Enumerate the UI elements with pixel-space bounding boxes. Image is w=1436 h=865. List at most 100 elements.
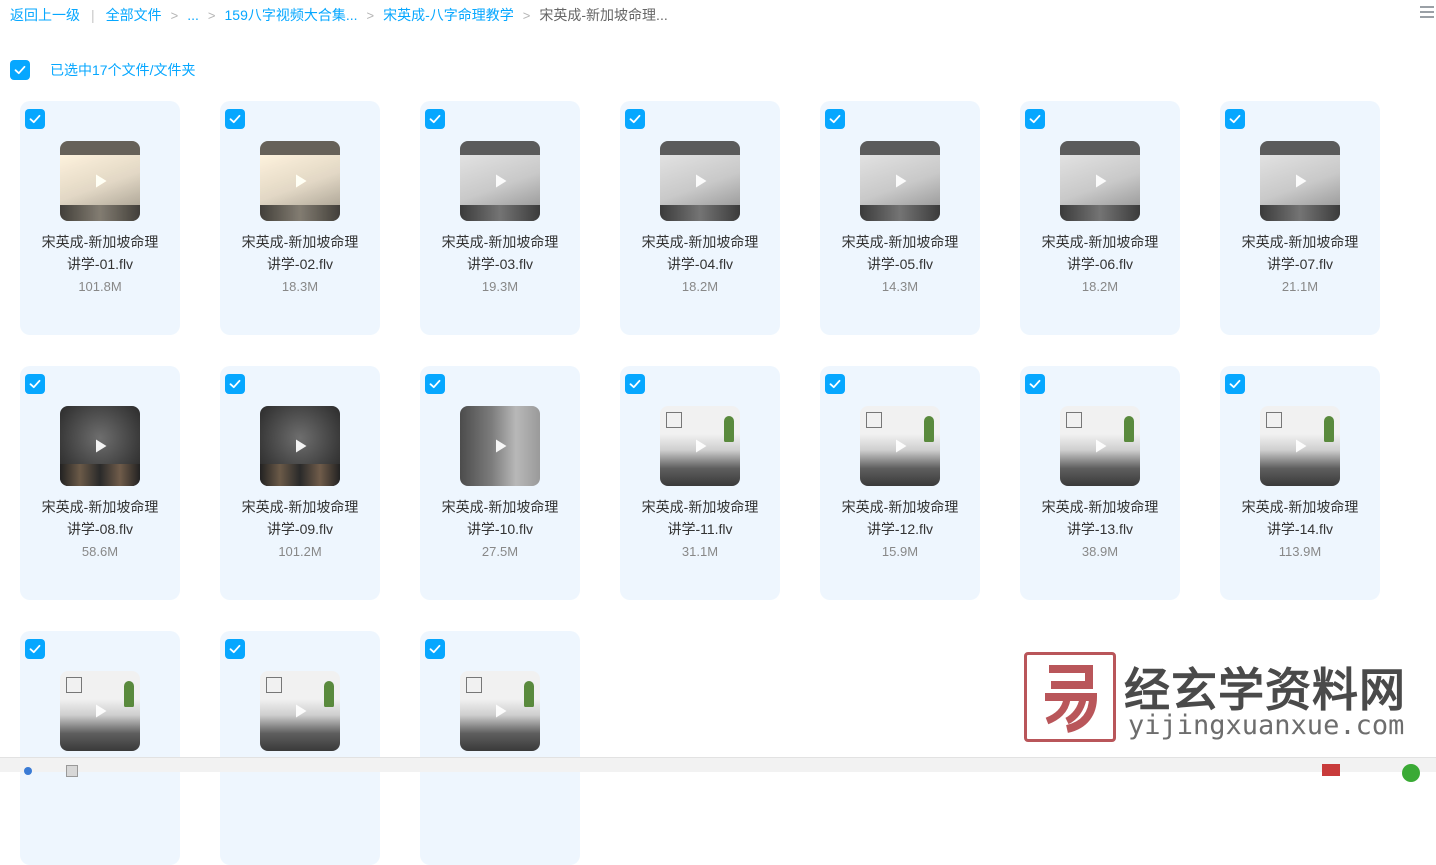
file-name-line2: 讲学-10.flv	[466, 521, 534, 537]
file-checkbox[interactable]	[225, 639, 245, 659]
file-card-13[interactable]: 宋英成-新加坡命理 讲学-13.flv 38.9M	[1020, 366, 1180, 600]
file-name: 宋英成-新加坡命理 讲学-06.flv	[1020, 231, 1180, 275]
file-checkbox[interactable]	[1225, 109, 1245, 129]
file-name-line2: 讲学-08.flv	[66, 521, 134, 537]
check-icon	[429, 379, 441, 389]
file-card-1[interactable]: 宋英成-新加坡命理 讲学-01.flv 101.8M	[20, 101, 180, 335]
video-thumbnail[interactable]	[460, 671, 540, 751]
video-thumbnail[interactable]	[60, 671, 140, 751]
document-icon[interactable]	[66, 765, 78, 777]
file-grid: 宋英成-新加坡命理 讲学-01.flv 101.8M 宋英成-新加坡命理 讲学-…	[20, 101, 1400, 865]
play-icon	[896, 439, 907, 453]
check-icon	[629, 114, 641, 124]
video-thumbnail[interactable]	[860, 406, 940, 486]
file-checkbox[interactable]	[825, 374, 845, 394]
tray-green-icon[interactable]	[1402, 764, 1420, 782]
play-icon	[496, 704, 507, 718]
back-link[interactable]: 返回上一级	[10, 5, 80, 25]
play-icon	[1296, 174, 1307, 188]
list-view-icon[interactable]	[1420, 6, 1434, 22]
check-icon	[829, 379, 841, 389]
play-icon	[496, 439, 507, 453]
file-name-line1: 宋英成-新加坡命理	[41, 234, 159, 250]
breadcrumb-collection[interactable]: 159八字视频大合集...	[225, 5, 358, 25]
video-thumbnail[interactable]	[460, 406, 540, 486]
file-checkbox[interactable]	[425, 639, 445, 659]
file-name-line1: 宋英成-新加坡命理	[241, 499, 359, 515]
file-card-17[interactable]	[420, 631, 580, 865]
file-checkbox[interactable]	[1025, 109, 1045, 129]
file-card-11[interactable]: 宋英成-新加坡命理 讲学-11.flv 31.1M	[620, 366, 780, 600]
file-size: 14.3M	[881, 279, 919, 294]
video-thumbnail[interactable]	[1060, 141, 1140, 221]
file-checkbox[interactable]	[625, 109, 645, 129]
file-checkbox[interactable]	[225, 374, 245, 394]
select-all-checkbox[interactable]	[10, 60, 30, 80]
file-card-9[interactable]: 宋英成-新加坡命理 讲学-09.flv 101.2M	[220, 366, 380, 600]
file-checkbox[interactable]	[25, 109, 45, 129]
file-card-10[interactable]: 宋英成-新加坡命理 讲学-10.flv 27.5M	[420, 366, 580, 600]
file-card-2[interactable]: 宋英成-新加坡命理 讲学-02.flv 18.3M	[220, 101, 380, 335]
file-card-14[interactable]: 宋英成-新加坡命理 讲学-14.flv 113.9M	[1220, 366, 1380, 600]
file-card-12[interactable]: 宋英成-新加坡命理 讲学-12.flv 15.9M	[820, 366, 980, 600]
file-card-8[interactable]: 宋英成-新加坡命理 讲学-08.flv 58.6M	[20, 366, 180, 600]
file-name: 宋英成-新加坡命理 讲学-11.flv	[620, 496, 780, 540]
breadcrumb-current: 宋英成-新加坡命理...	[539, 7, 668, 23]
check-icon	[229, 114, 241, 124]
video-thumbnail[interactable]	[660, 141, 740, 221]
file-checkbox[interactable]	[25, 374, 45, 394]
file-name: 宋英成-新加坡命理 讲学-01.flv	[20, 231, 180, 275]
file-checkbox[interactable]	[425, 374, 445, 394]
file-card-16[interactable]	[220, 631, 380, 865]
file-checkbox[interactable]	[1025, 374, 1045, 394]
file-card-7[interactable]: 宋英成-新加坡命理 讲学-07.flv 21.1M	[1220, 101, 1380, 335]
breadcrumb-ellipsis[interactable]: ...	[187, 7, 199, 23]
video-thumbnail[interactable]	[1060, 406, 1140, 486]
file-name-line2: 讲学-09.flv	[266, 521, 334, 537]
file-name-line1: 宋英成-新加坡命理	[241, 234, 359, 250]
file-name: 宋英成-新加坡命理 讲学-04.flv	[620, 231, 780, 275]
file-name: 宋英成-新加坡命理 讲学-07.flv	[1220, 231, 1380, 275]
chevron-right-icon: >	[207, 7, 216, 23]
file-name-line1: 宋英成-新加坡命理	[641, 499, 759, 515]
video-thumbnail[interactable]	[260, 406, 340, 486]
breadcrumb-teaching[interactable]: 宋英成-八字命理教学	[383, 5, 514, 25]
check-icon	[429, 114, 441, 124]
video-thumbnail[interactable]	[860, 141, 940, 221]
file-card-4[interactable]: 宋英成-新加坡命理 讲学-04.flv 18.2M	[620, 101, 780, 335]
video-thumbnail[interactable]	[260, 141, 340, 221]
app-dot-icon[interactable]	[24, 767, 32, 775]
play-icon	[496, 174, 507, 188]
file-name-line2: 讲学-13.flv	[1066, 521, 1134, 537]
video-thumbnail[interactable]	[1260, 406, 1340, 486]
file-name-line2: 讲学-05.flv	[866, 256, 934, 272]
check-icon	[1229, 379, 1241, 389]
video-thumbnail[interactable]	[260, 671, 340, 751]
file-checkbox[interactable]	[425, 109, 445, 129]
file-name-line1: 宋英成-新加坡命理	[1241, 234, 1359, 250]
file-size: 19.3M	[481, 279, 519, 294]
file-card-5[interactable]: 宋英成-新加坡命理 讲学-05.flv 14.3M	[820, 101, 980, 335]
file-size: 21.1M	[1281, 279, 1319, 294]
file-name: 宋英成-新加坡命理 讲学-02.flv	[220, 231, 380, 275]
file-card-3[interactable]: 宋英成-新加坡命理 讲学-03.flv 19.3M	[420, 101, 580, 335]
file-name-line2: 讲学-04.flv	[666, 256, 734, 272]
breadcrumb-all-files[interactable]: 全部文件	[106, 5, 162, 25]
file-name-line2: 讲学-01.flv	[66, 256, 134, 272]
file-checkbox[interactable]	[825, 109, 845, 129]
video-thumbnail[interactable]	[660, 406, 740, 486]
video-thumbnail[interactable]	[60, 141, 140, 221]
file-checkbox[interactable]	[25, 639, 45, 659]
video-thumbnail[interactable]	[60, 406, 140, 486]
video-thumbnail[interactable]	[1260, 141, 1340, 221]
video-thumbnail[interactable]	[460, 141, 540, 221]
file-checkbox[interactable]	[1225, 374, 1245, 394]
file-name: 宋英成-新加坡命理 讲学-10.flv	[420, 496, 580, 540]
breadcrumb: 返回上一级 | 全部文件 > ... > 159八字视频大合集... > 宋英成…	[10, 5, 668, 25]
tray-red-icon[interactable]	[1322, 764, 1340, 776]
file-card-6[interactable]: 宋英成-新加坡命理 讲学-06.flv 18.2M	[1020, 101, 1180, 335]
file-size: 18.2M	[1081, 279, 1119, 294]
file-checkbox[interactable]	[625, 374, 645, 394]
file-card-15[interactable]	[20, 631, 180, 865]
file-checkbox[interactable]	[225, 109, 245, 129]
